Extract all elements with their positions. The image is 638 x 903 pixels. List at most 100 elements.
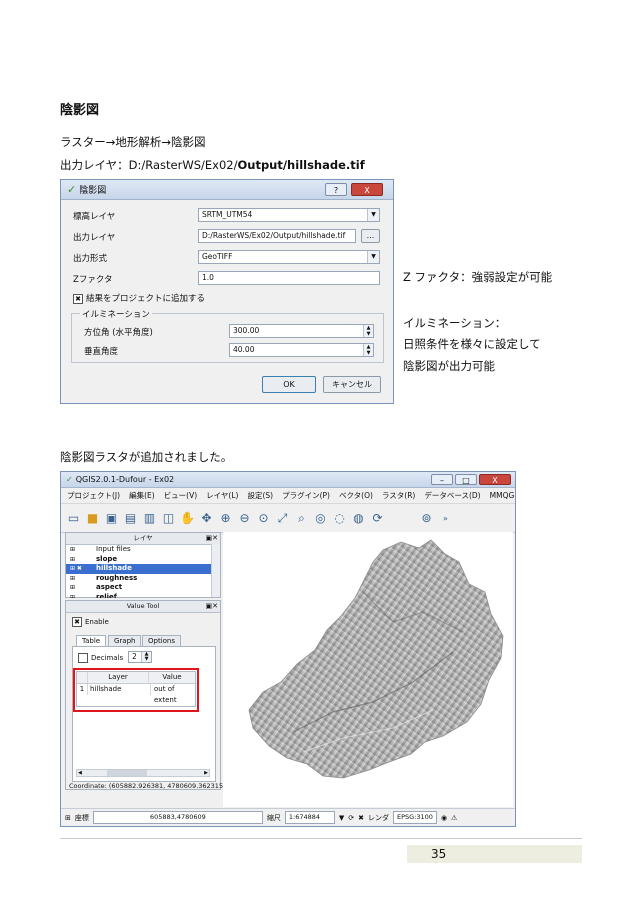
horizontal-scrollbar[interactable]: ◀ ▶ bbox=[76, 769, 210, 777]
chevron-down-icon: ▼ bbox=[367, 209, 379, 221]
zoom-next-icon[interactable]: ◍ bbox=[350, 510, 367, 527]
expand-icon: ⊞ bbox=[70, 593, 76, 598]
qgis-checkmark-icon: ✓ bbox=[66, 475, 73, 484]
close-button[interactable]: X bbox=[351, 183, 383, 196]
zoom-in-icon[interactable]: ⊕ bbox=[217, 510, 234, 527]
ok-button[interactable]: OK bbox=[262, 376, 316, 393]
layer-label: Input files bbox=[96, 545, 131, 553]
decimals-label: Decimals bbox=[91, 654, 124, 662]
menu-plugins[interactable]: プラグイン(P) bbox=[282, 490, 330, 501]
open-folder-icon[interactable]: ■ bbox=[84, 510, 101, 527]
menu-settings[interactable]: 設定(S) bbox=[247, 490, 273, 501]
maximize-button[interactable]: □ bbox=[455, 474, 477, 485]
layer-hillshade[interactable]: ⊞ ✖ hillshade bbox=[66, 564, 220, 574]
qgis-title: QGIS2.0.1-Dufour - Ex02 bbox=[75, 475, 175, 484]
add-to-project-checkbox[interactable]: ✖ 結果をプロジェクトに追加する bbox=[73, 292, 205, 304]
z-factor-input[interactable]: 1.0 bbox=[198, 271, 380, 285]
rotation-icon[interactable]: ⟳ bbox=[348, 814, 354, 822]
coord-field[interactable]: 605883,4780609 bbox=[92, 811, 263, 824]
vertical-angle-spinbox[interactable]: 40.00 ▲ ▼ bbox=[229, 343, 374, 357]
tab-table[interactable]: Table bbox=[76, 635, 107, 646]
composer-icon[interactable]: ◫ bbox=[160, 510, 177, 527]
print-icon[interactable]: ▥ bbox=[141, 510, 158, 527]
scroll-right-icon[interactable]: ▶ bbox=[204, 770, 208, 776]
output-layer-text: 出力レイヤ：D:/RasterWS/Ex02/Output/hillshade.… bbox=[60, 157, 365, 173]
coord-label: 座標 bbox=[74, 813, 89, 822]
zoom-out-icon[interactable]: ⊖ bbox=[236, 510, 253, 527]
menu-edit[interactable]: 編集(E) bbox=[129, 490, 155, 501]
menu-layer[interactable]: レイヤ(L) bbox=[206, 490, 238, 501]
page-number: 35 bbox=[407, 845, 582, 863]
help-button[interactable]: ? bbox=[325, 183, 347, 196]
hillshade-raster bbox=[248, 539, 504, 779]
browse-button[interactable]: ... bbox=[361, 229, 380, 243]
menu-database[interactable]: データベース(D) bbox=[424, 490, 480, 501]
zoom-full-icon[interactable]: ⤢ bbox=[274, 510, 291, 527]
float-close-icon[interactable]: ▣✕ bbox=[206, 601, 218, 612]
save-icon[interactable]: ▣ bbox=[103, 510, 120, 527]
layer-label: slope bbox=[96, 554, 118, 563]
refresh-icon[interactable]: ⟳ bbox=[369, 510, 386, 527]
new-project-icon[interactable]: ▭ bbox=[65, 510, 82, 527]
cancel-button[interactable]: キャンセル bbox=[323, 376, 381, 393]
dialog-title: 陰影図 bbox=[79, 186, 107, 196]
azimuth-value: 300.00 bbox=[233, 326, 260, 335]
coordinate-toggle-icon[interactable]: ⊞ bbox=[65, 814, 71, 822]
messages-warning-icon[interactable]: ⚠ bbox=[451, 814, 457, 822]
menu-mmqgis[interactable]: MMQGIS bbox=[490, 491, 515, 500]
epsg-label[interactable]: EPSG:3100 bbox=[393, 811, 437, 824]
minimize-button[interactable]: – bbox=[431, 474, 453, 485]
render-checkbox-icon[interactable]: ✖ bbox=[358, 814, 364, 822]
section-heading: 陰影図 bbox=[60, 103, 100, 118]
z-factor-note: Z ファクタ：強弱設定が可能 bbox=[403, 270, 553, 284]
zoom-native-icon[interactable]: ⊙ bbox=[255, 510, 272, 527]
enable-label: Enable bbox=[85, 618, 109, 626]
layers-panel-title: レイヤ bbox=[133, 534, 153, 542]
add-to-project-label: 結果をプロジェクトに追加する bbox=[86, 294, 206, 304]
layer-relief[interactable]: ⊞ relief bbox=[66, 593, 220, 598]
layer-slope[interactable]: ⊞ slope bbox=[66, 555, 220, 565]
crs-globe-icon[interactable]: ◉ bbox=[441, 814, 447, 822]
map-canvas[interactable] bbox=[223, 532, 513, 807]
decimals-checkbox[interactable]: Decimals bbox=[78, 653, 123, 663]
scale-field[interactable]: 1:674884 bbox=[284, 811, 335, 824]
render-label: レンダ bbox=[368, 813, 390, 822]
output-format-select[interactable]: GeoTIFF ▼ bbox=[198, 250, 380, 264]
qgis-toolbar: ▭ ■ ▣ ▤ ▥ ◫ ✋ ✥ ⊕ ⊖ ⊙ ⤢ ⌕ ◎ ◌ ◍ ⟳ ⊚ » bbox=[61, 504, 515, 533]
expand-icon: ⊞ bbox=[70, 574, 76, 582]
enable-checkbox[interactable]: ✖ Enable bbox=[72, 617, 109, 627]
float-close-icon[interactable]: ▣✕ bbox=[206, 533, 218, 544]
footer-divider bbox=[60, 838, 582, 839]
zoom-last-icon[interactable]: ◌ bbox=[331, 510, 348, 527]
elevation-layer-value: SRTM_UTM54 bbox=[202, 210, 253, 219]
menu-vector[interactable]: ベクタ(O) bbox=[339, 490, 373, 501]
vertical-angle-value: 40.00 bbox=[233, 345, 255, 354]
output-layer-input[interactable]: D:/RasterWS/Ex02/Output/hillshade.tif bbox=[198, 229, 356, 243]
layer-group-input-files[interactable]: ⊞ Input files bbox=[66, 545, 220, 555]
zoom-to-selection-icon[interactable]: ⌕ bbox=[293, 510, 310, 527]
menu-project[interactable]: プロジェクト(J) bbox=[67, 490, 120, 501]
zoom-to-layer-icon[interactable]: ◎ bbox=[312, 510, 329, 527]
save-as-icon[interactable]: ▤ bbox=[122, 510, 139, 527]
identify-icon[interactable]: ⊚ bbox=[418, 510, 435, 527]
scroll-left-icon[interactable]: ◀ bbox=[78, 770, 82, 776]
scale-dropdown-icon[interactable]: ▼ bbox=[339, 814, 344, 822]
azimuth-spinbox[interactable]: 300.00 ▲ ▼ bbox=[229, 324, 374, 338]
elevation-layer-select[interactable]: SRTM_UTM54 ▼ bbox=[198, 208, 380, 222]
toolbar-overflow-icon[interactable]: » bbox=[437, 510, 454, 527]
menu-view[interactable]: ビュー(V) bbox=[164, 490, 197, 501]
layer-aspect[interactable]: ⊞ aspect bbox=[66, 583, 220, 593]
pan-hand-icon[interactable]: ✋ bbox=[179, 510, 196, 527]
tab-graph[interactable]: Graph bbox=[108, 635, 142, 646]
decimals-spinbox[interactable]: 2 ▲ ▼ bbox=[128, 651, 152, 663]
layer-roughness[interactable]: ⊞ roughness bbox=[66, 574, 220, 584]
menu-raster[interactable]: ラスタ(R) bbox=[382, 490, 415, 501]
layers-panel-header: レイヤ ▣✕ bbox=[66, 533, 220, 545]
tab-options[interactable]: Options bbox=[142, 635, 182, 646]
layers-scrollbar[interactable] bbox=[211, 544, 220, 597]
scroll-thumb[interactable] bbox=[107, 770, 147, 776]
qgis-checkmark-icon: ✓ bbox=[67, 183, 77, 196]
table-tab-content: Decimals 2 ▲ ▼ Layer Value 1 hillshade ou… bbox=[72, 646, 216, 782]
qgis-close-button[interactable]: X bbox=[479, 474, 511, 485]
pan-to-selection-icon[interactable]: ✥ bbox=[198, 510, 215, 527]
